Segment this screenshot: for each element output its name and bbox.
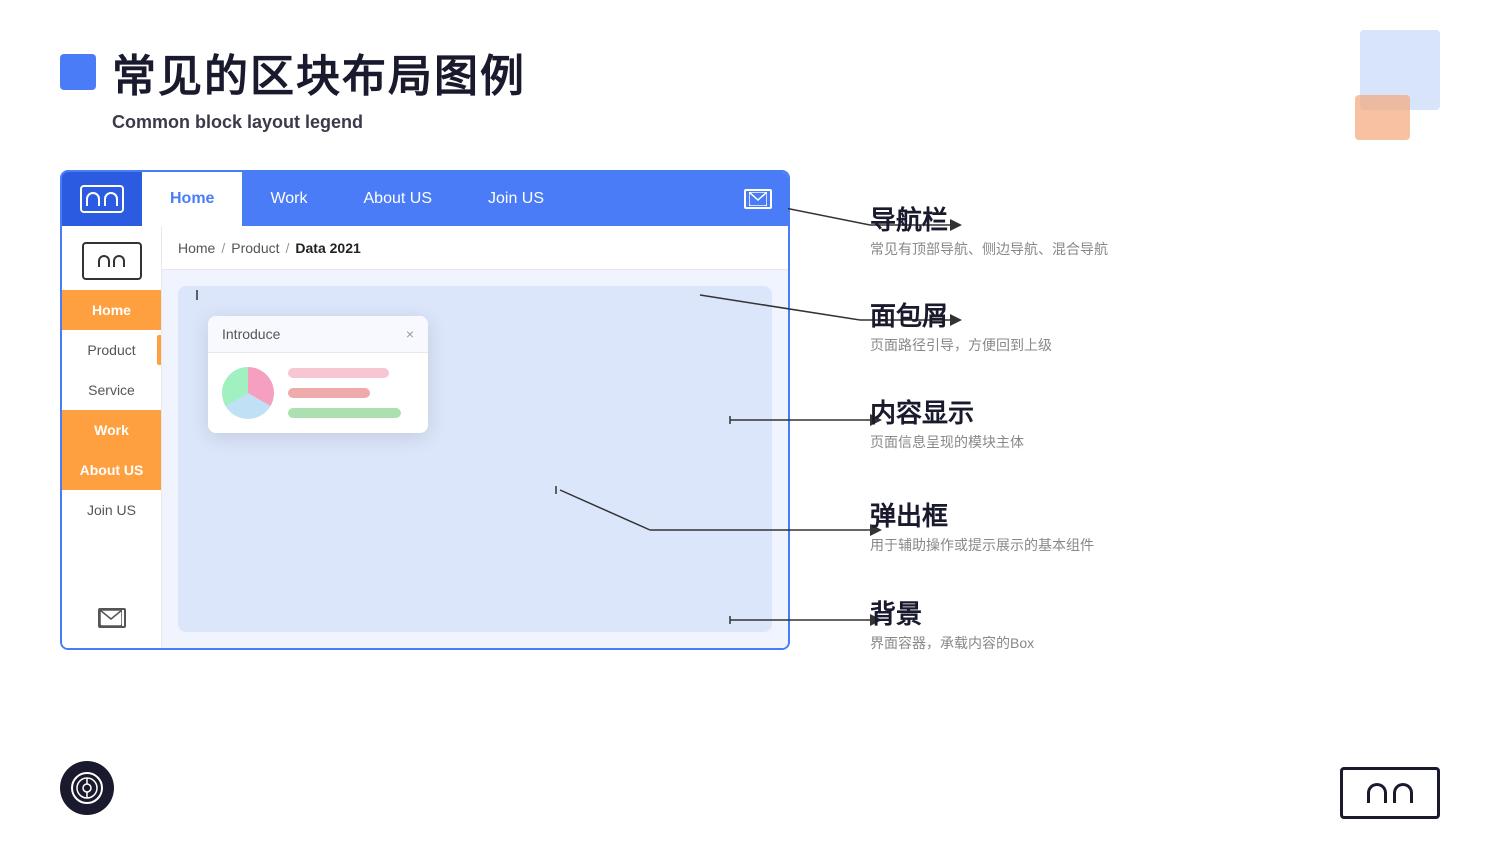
sidebar-arc-r <box>113 255 125 267</box>
breadcrumb-product[interactable]: Product <box>231 240 279 256</box>
annotation-background-desc: 界面容器，承载内容的Box <box>870 633 1034 653</box>
modal-body <box>208 353 428 433</box>
nav-bar: Home Work About US Join US <box>62 172 788 226</box>
bg-panel: Introduce × <box>178 286 772 632</box>
annotation-popup-desc: 用于辅助操作或提示展示的基本组件 <box>870 535 1094 555</box>
modal-line-3 <box>288 408 401 418</box>
breadcrumb-current: Data 2021 <box>295 240 360 256</box>
br-arc-right <box>1393 783 1413 803</box>
nav-item-work[interactable]: Work <box>242 172 335 226</box>
annotation-content-desc: 页面信息呈现的模块主体 <box>870 432 1024 452</box>
modal-popup: Introduce × <box>208 316 428 433</box>
page-title-cn: 常见的区块布局图例 <box>112 40 526 104</box>
modal-line-1 <box>288 368 389 378</box>
nav-logo <box>62 172 142 226</box>
sidebar-item-service[interactable]: Service <box>62 370 161 410</box>
sidebar-item-joinus[interactable]: Join US <box>62 490 161 530</box>
annotation-navbar-desc: 常见有顶部导航、侧边导航、混合导航 <box>870 239 1108 259</box>
annotation-background-cn: 背景 <box>870 594 1034 631</box>
nav-items: Home Work About US Join US <box>142 172 744 226</box>
page-header: 常见的区块布局图例 Common block layout legend <box>60 40 526 133</box>
bottom-left-logo <box>60 761 114 815</box>
title-icon <box>60 54 96 90</box>
sidebar-item-home[interactable]: Home <box>62 290 161 330</box>
sidebar-item-work[interactable]: Work <box>62 410 161 450</box>
breadcrumb-sep-1: / <box>221 240 225 256</box>
annotation-navbar: 导航栏 常见有顶部导航、侧边导航、混合导航 <box>870 200 1108 259</box>
nav-item-home[interactable]: Home <box>142 172 242 226</box>
sidebar-email-icon[interactable] <box>98 608 126 628</box>
annotation-popup-cn: 弹出框 <box>870 496 1094 533</box>
annotation-breadcrumb: 面包屑 页面路径引导，方便回到上级 <box>870 296 1052 355</box>
annotation-breadcrumb-cn: 面包屑 <box>870 296 1052 333</box>
annotation-popup: 弹出框 用于辅助操作或提示展示的基本组件 <box>870 496 1094 555</box>
decorative-squares <box>1320 30 1440 140</box>
breadcrumb-bar: Home / Product / Data 2021 <box>162 226 788 270</box>
breadcrumb-home[interactable]: Home <box>178 240 215 256</box>
modal-close-button[interactable]: × <box>406 326 414 342</box>
breadcrumb-sep-2: / <box>286 240 290 256</box>
bottom-right-logo <box>1340 767 1440 819</box>
sidebar-item-about[interactable]: About US <box>62 450 161 490</box>
nav-email-icon[interactable] <box>744 189 772 209</box>
logo-arc-right <box>104 192 118 206</box>
modal-title: Introduce <box>222 326 280 342</box>
nav-item-about[interactable]: About US <box>336 172 460 226</box>
sidebar-logo <box>82 242 142 280</box>
diagram-area: Home Work About US Join US Home Product … <box>60 170 790 650</box>
modal-chart-circle <box>222 367 274 419</box>
logo-symbol <box>80 185 124 213</box>
annotation-breadcrumb-desc: 页面路径引导，方便回到上级 <box>870 335 1052 355</box>
bottom-logo-inner <box>71 772 103 804</box>
deco-square-orange <box>1355 95 1410 140</box>
content-area: Home Product Service Work About US Join … <box>62 226 788 648</box>
logo-arc-left <box>86 192 100 206</box>
main-panel: Home / Product / Data 2021 Introduce × <box>162 226 788 648</box>
annotation-navbar-cn: 导航栏 <box>870 200 1108 237</box>
modal-line-2 <box>288 388 370 398</box>
annotation-background: 背景 界面容器，承载内容的Box <box>870 594 1034 653</box>
sidebar: Home Product Service Work About US Join … <box>62 226 162 648</box>
nav-item-joinus[interactable]: Join US <box>460 172 572 226</box>
annotation-content-cn: 内容显示 <box>870 393 1024 430</box>
modal-header: Introduce × <box>208 316 428 353</box>
sidebar-item-product[interactable]: Product <box>62 330 161 370</box>
page-title-en: Common block layout legend <box>112 112 526 133</box>
modal-data-lines <box>288 368 414 418</box>
annotation-content: 内容显示 页面信息呈现的模块主体 <box>870 393 1024 452</box>
br-arc-left <box>1367 783 1387 803</box>
sidebar-arc-l <box>98 255 110 267</box>
